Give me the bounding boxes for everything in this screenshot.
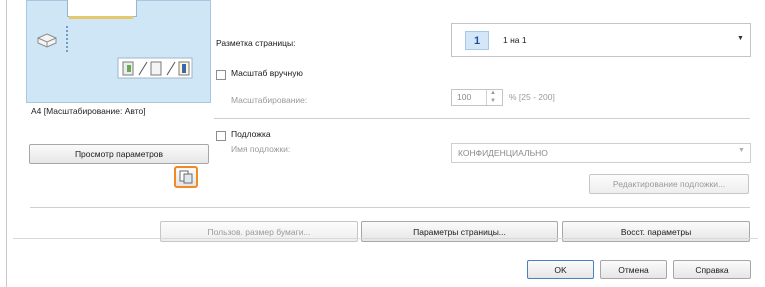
spinner-up-icon[interactable]: ▲	[490, 90, 496, 96]
watermark-label: Подложка	[231, 129, 271, 139]
ok-button[interactable]: OK	[527, 260, 594, 279]
custom-paper-size-label: Пользов. размер бумаги...	[207, 226, 311, 237]
preview-paper	[67, 0, 137, 17]
layout-preview-icon	[117, 57, 193, 79]
preview-paper-edge	[69, 16, 133, 19]
section-divider	[30, 207, 750, 208]
cancel-button[interactable]: Отмена	[600, 260, 667, 279]
scaling-value: 100	[457, 92, 472, 102]
page-layout-value: 1 на 1	[503, 35, 527, 45]
page-layout-chip: 1	[465, 31, 489, 50]
page-preview-toggle-button[interactable]	[174, 166, 198, 188]
cancel-label: Отмена	[618, 264, 649, 275]
watermark-checkbox[interactable]	[216, 131, 226, 141]
dotted-line-icon	[66, 26, 68, 52]
page-layout-select[interactable]	[451, 23, 751, 57]
help-button[interactable]: Справка	[673, 260, 751, 279]
dialog-edge	[6, 0, 7, 287]
watermark-value: КОНФИДЕНЦИАЛЬНО	[458, 148, 548, 158]
manual-scaling-label: Масштаб вручную	[231, 68, 303, 78]
paper-size-caption: A4 [Масштабирование: Авто]	[31, 106, 146, 116]
watermark-name-label: Имя подложки:	[231, 144, 291, 154]
scaling-label: Масштабирование:	[231, 95, 308, 105]
scaling-range: % [25 - 200]	[509, 92, 555, 102]
view-settings-label: Просмотр параметров	[74, 149, 164, 159]
edit-watermark-button[interactable]: Редактирование подложки...	[589, 174, 749, 194]
edit-watermark-label: Редактирование подложки...	[612, 179, 726, 189]
ok-label: OK	[554, 264, 567, 275]
printer-icon	[37, 33, 57, 48]
page-options-label: Параметры страницы...	[413, 226, 506, 237]
dialog-footer-divider	[13, 238, 758, 239]
spinner-down-icon[interactable]: ▼	[490, 98, 496, 104]
chevron-down-icon: ▼	[737, 35, 744, 42]
restore-defaults-label: Восст. параметры	[620, 226, 692, 237]
help-label: Справка	[695, 264, 729, 275]
chevron-down-icon: ▼	[738, 147, 745, 154]
page-layout-label: Разметка страницы:	[216, 38, 296, 48]
view-settings-button[interactable]: Просмотр параметров	[29, 144, 209, 164]
copy-pages-icon	[179, 170, 193, 184]
section-divider	[214, 118, 750, 119]
manual-scaling-checkbox[interactable]	[216, 70, 226, 80]
